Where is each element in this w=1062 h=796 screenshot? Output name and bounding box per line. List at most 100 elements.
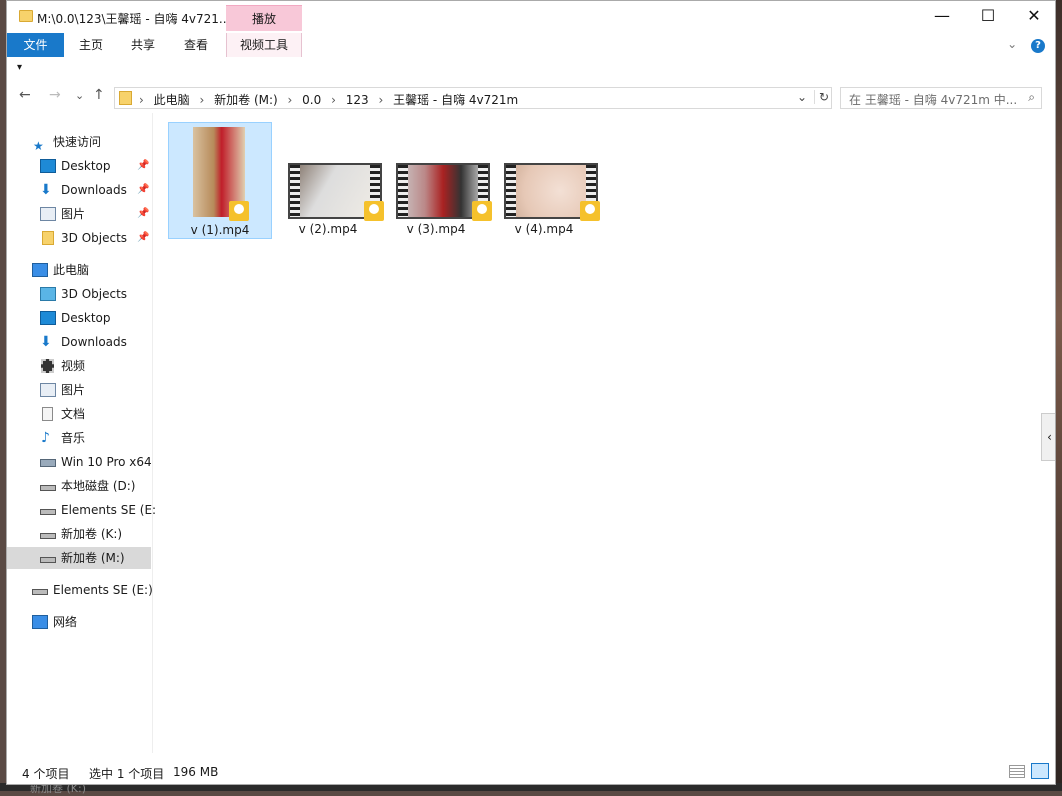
- selection-count: 选中 1 个项目: [89, 767, 165, 781]
- search-input[interactable]: 在 王馨瑶 - 自嗨 4v721m 中... ⌕: [840, 87, 1042, 109]
- breadcrumb-this-pc[interactable]: 此电脑: [154, 93, 190, 107]
- star-icon: ★: [33, 139, 44, 153]
- breadcrumb-current-folder[interactable]: 王馨瑶 - 自嗨 4v721m: [393, 93, 518, 107]
- desktop-icon: [40, 159, 56, 173]
- drive-icon: [32, 589, 48, 595]
- navigation-pane: ★ 快速访问 Desktop 📌 ⬇ Downloads 📌 图片 📌 3D O…: [7, 113, 156, 753]
- file-list: v (1).mp4 v (2).mp4 v (3).mp4 v (4).mp4: [154, 113, 1034, 753]
- tab-video-tools[interactable]: 视频工具: [226, 33, 302, 57]
- sidebar-item-network[interactable]: 网络: [7, 611, 151, 633]
- sidebar-item-drive-m[interactable]: 新加卷 (M:): [7, 547, 151, 569]
- windows-drive-icon: [40, 459, 56, 467]
- sidebar-item-drive-c[interactable]: Win 10 Pro x64: [7, 451, 152, 473]
- sidebar-item-label: Elements SE (E:): [53, 583, 153, 597]
- recent-locations-icon[interactable]: ⌄: [75, 89, 84, 102]
- maximize-button[interactable]: ☐: [965, 1, 1011, 31]
- sidebar-item-external-drive[interactable]: Elements SE (E:): [7, 579, 153, 601]
- sidebar-item-music[interactable]: ♪ 音乐: [7, 427, 151, 449]
- pin-icon[interactable]: 📌: [137, 203, 149, 225]
- refresh-icon[interactable]: ↻: [813, 90, 829, 104]
- desktop-background-edge: [1056, 0, 1062, 791]
- file-item[interactable]: v (3).mp4: [384, 122, 492, 239]
- tab-file[interactable]: 文件: [7, 33, 64, 57]
- tab-home[interactable]: 主页: [67, 33, 115, 57]
- close-button[interactable]: ✕: [1011, 1, 1055, 31]
- title-bar[interactable]: M:\0.0\123\王馨瑶 - 自嗨 4v721... 播放 — ☐ ✕: [7, 1, 1055, 33]
- address-dropdown-icon[interactable]: ⌄: [797, 90, 807, 104]
- file-item[interactable]: v (4).mp4: [492, 122, 600, 239]
- sidebar-item-drive-e[interactable]: Elements SE (E:: [7, 499, 156, 521]
- chevron-down-icon[interactable]: ⌄: [1007, 37, 1017, 51]
- sidebar-item-quick-access[interactable]: ★ 快速访问: [7, 131, 151, 153]
- sidebar-item-videos[interactable]: 视频: [7, 355, 151, 377]
- sidebar-item-3d-objects[interactable]: 3D Objects: [7, 283, 151, 305]
- pin-icon[interactable]: 📌: [137, 227, 149, 249]
- search-icon: ⌕: [1028, 90, 1035, 104]
- pictures-icon: [40, 207, 56, 221]
- sidebar-item-label: 此电脑: [53, 263, 90, 277]
- sidebar-item-label: Desktop: [61, 311, 111, 325]
- sidebar-item-desktop[interactable]: Desktop 📌: [7, 155, 151, 177]
- video-tools-context-header[interactable]: 播放: [226, 5, 302, 31]
- minimize-button[interactable]: —: [919, 1, 965, 31]
- sidebar-item-label: 网络: [53, 615, 78, 629]
- sidebar-item-this-pc[interactable]: 此电脑: [7, 259, 151, 281]
- download-arrow-icon: ⬇: [40, 182, 52, 198]
- breadcrumb-drive-m[interactable]: 新加卷 (M:): [214, 93, 278, 107]
- sidebar-item-label: 视频: [61, 359, 86, 373]
- network-icon: [32, 615, 48, 629]
- breadcrumb-123[interactable]: 123: [346, 93, 369, 107]
- chevron-right-icon[interactable]: ›: [139, 93, 144, 107]
- sidebar-item-label: 3D Objects: [61, 287, 128, 301]
- video-thumbnail: [396, 126, 492, 221]
- sidebar-item-label: Win 10 Pro x64: [61, 455, 152, 469]
- chevron-right-icon[interactable]: ›: [378, 93, 383, 107]
- file-name: v (2).mp4: [298, 222, 358, 236]
- pin-icon[interactable]: 📌: [137, 155, 149, 177]
- sidebar-item-desktop-pc[interactable]: Desktop: [7, 307, 151, 329]
- player-badge-icon: [580, 201, 600, 221]
- address-bar[interactable]: › 此电脑 › 新加卷 (M:) › 0.0 › 123 › 王馨瑶 - 自嗨 …: [114, 87, 832, 109]
- quick-access-toolbar-dropdown[interactable]: ▾: [17, 62, 22, 73]
- video-thumbnail: [193, 127, 249, 221]
- file-item[interactable]: v (1).mp4: [168, 122, 272, 239]
- sidebar-item-downloads[interactable]: ⬇ Downloads 📌: [7, 179, 151, 201]
- music-note-icon: ♪: [41, 430, 50, 446]
- forward-arrow-icon[interactable]: →: [49, 87, 61, 103]
- file-name: v (4).mp4: [514, 222, 574, 236]
- sidebar-item-label: 新加卷 (M:): [61, 551, 125, 565]
- preview-pane-toggle[interactable]: ‹: [1041, 413, 1055, 461]
- ribbon-tabs: 文件 主页 共享 查看 视频工具: [7, 31, 1055, 57]
- tab-view[interactable]: 查看: [172, 33, 220, 57]
- up-arrow-icon[interactable]: ↑: [93, 87, 105, 103]
- sidebar-item-pictures-pc[interactable]: 图片: [7, 379, 151, 401]
- sidebar-item-label: Desktop: [61, 159, 111, 173]
- sidebar-item-3d-objects-quick[interactable]: 3D Objects 📌: [7, 227, 151, 249]
- breadcrumb: › 此电脑 › 新加卷 (M:) › 0.0 › 123 › 王馨瑶 - 自嗨 …: [139, 91, 524, 108]
- pin-icon[interactable]: 📌: [137, 179, 149, 201]
- chevron-right-icon[interactable]: ›: [288, 93, 293, 107]
- chevron-right-icon[interactable]: ›: [331, 93, 336, 107]
- sidebar-item-pictures[interactable]: 图片 📌: [7, 203, 151, 225]
- sidebar-item-drive-k[interactable]: 新加卷 (K:): [7, 523, 151, 545]
- chevron-right-icon[interactable]: ›: [199, 93, 204, 107]
- navigation-bar: ← → ⌄ ↑ › 此电脑 › 新加卷 (M:) › 0.0 › 123 › 王…: [7, 83, 1055, 113]
- drive-icon: [40, 509, 56, 515]
- help-icon[interactable]: ?: [1031, 39, 1045, 53]
- back-arrow-icon[interactable]: ←: [19, 87, 31, 103]
- large-icons-view-icon[interactable]: [1031, 763, 1049, 779]
- breadcrumb-0-0[interactable]: 0.0: [302, 93, 321, 107]
- sidebar-item-downloads-pc[interactable]: ⬇ Downloads: [7, 331, 151, 353]
- sidebar-item-label: 图片: [61, 207, 86, 221]
- sidebar-item-label: Downloads: [61, 183, 127, 197]
- sidebar-item-documents[interactable]: 文档: [7, 403, 151, 425]
- sidebar-item-drive-d[interactable]: 本地磁盘 (D:): [7, 475, 151, 497]
- status-bar: 4 个项目 选中 1 个项目 196 MB: [7, 761, 1055, 784]
- window-title: M:\0.0\123\王馨瑶 - 自嗨 4v721...: [37, 12, 231, 26]
- file-item[interactable]: v (2).mp4: [276, 122, 384, 239]
- details-view-icon[interactable]: [1009, 765, 1025, 778]
- tab-share[interactable]: 共享: [119, 33, 167, 57]
- file-name: v (1).mp4: [190, 223, 250, 237]
- drive-icon: [40, 533, 56, 539]
- computer-icon: [32, 263, 48, 277]
